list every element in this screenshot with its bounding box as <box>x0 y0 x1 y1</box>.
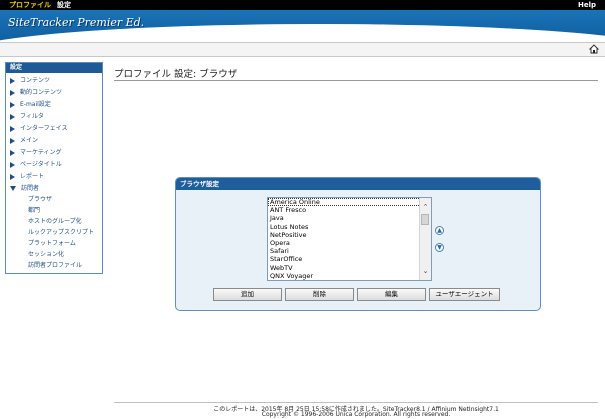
scroll-up-icon[interactable]: ⌃ <box>420 202 431 212</box>
chevron-right-icon <box>10 113 15 120</box>
listbox-scrollbar[interactable]: ⌃ ⌄ <box>419 198 431 280</box>
sidebar-item-dynamic-contents[interactable]: 動的コンテンツ <box>10 87 62 98</box>
list-item[interactable]: Opera <box>268 239 431 247</box>
chevron-right-icon <box>10 89 15 96</box>
sidebar-item-marketing[interactable]: マーケティング <box>10 147 62 158</box>
home-icon[interactable] <box>589 44 599 54</box>
menu-profile[interactable]: プロファイル <box>9 0 51 10</box>
sidebar-item-contents[interactable]: コンテンツ <box>10 75 50 86</box>
list-item[interactable]: ANT Fresco <box>268 206 431 214</box>
chevron-right-icon <box>10 101 15 108</box>
sidebar-subitem-platform[interactable]: プラットフォーム <box>28 238 76 249</box>
list-item[interactable]: NetPositive <box>268 231 431 239</box>
list-item[interactable]: Java <box>268 214 431 222</box>
user-agent-button[interactable]: ユーザエージェント <box>429 288 500 301</box>
sidebar-item-filter[interactable]: フィルタ <box>10 111 44 122</box>
sidebar-item-page-title[interactable]: ページタイトル <box>10 159 62 170</box>
list-item[interactable]: StarOffice <box>268 255 431 263</box>
delete-button[interactable]: 削除 <box>285 288 354 301</box>
scroll-down-icon[interactable]: ⌄ <box>420 266 431 276</box>
menu-help[interactable]: Help <box>578 0 596 10</box>
menu-settings[interactable]: 設定 <box>57 0 71 10</box>
list-item[interactable]: WebTV <box>268 264 431 272</box>
list-item[interactable]: Safari <box>268 247 431 255</box>
scrollbar-thumb[interactable] <box>421 214 429 225</box>
list-item[interactable]: Lotus Notes <box>268 223 431 231</box>
sidebar-subitem-browser[interactable]: ブラウザ <box>28 194 52 205</box>
move-up-icon[interactable]: ▲ <box>435 226 444 235</box>
browser-settings-panel: ブラウザ設定 America Online ANT Fresco Java Lo… <box>175 177 541 311</box>
top-menu-bar: プロファイル 設定 Help <box>0 0 605 10</box>
sidebar-item-visitor[interactable]: 訪問者 <box>10 183 39 194</box>
sidebar-subitem-visitor-profile[interactable]: 訪問者プロファイル <box>28 260 82 271</box>
page-title: プロファイル 設定: ブラウザ <box>114 69 238 80</box>
move-down-icon[interactable]: ▼ <box>435 243 444 252</box>
footer-divider <box>114 402 598 403</box>
chevron-right-icon <box>10 173 15 180</box>
chevron-right-icon <box>10 77 15 84</box>
panel-title: ブラウザ設定 <box>176 178 540 190</box>
browser-listbox[interactable]: America Online ANT Fresco Java Lotus Not… <box>267 197 432 281</box>
edit-button[interactable]: 編集 <box>357 288 426 301</box>
sidebar-item-interface[interactable]: インターフェイス <box>10 123 67 134</box>
chevron-right-icon <box>10 137 15 144</box>
sidebar-item-email[interactable]: E-mail設定 <box>10 99 51 110</box>
sidebar-subitem-host-grouping[interactable]: ホストのグループ化 <box>28 216 82 227</box>
sidebar-subitem-sessionization[interactable]: セッション化 <box>28 249 64 260</box>
sidebar-item-main[interactable]: メイン <box>10 135 38 146</box>
chevron-right-icon <box>10 161 15 168</box>
footer-copyright: Copyright © 1996-2006 Unica Corporation.… <box>261 411 451 418</box>
sidebar-subitem-lookup-script[interactable]: ルックアップスクリプト <box>28 227 94 238</box>
list-item[interactable]: America Online <box>268 198 431 207</box>
add-button[interactable]: 追加 <box>213 288 282 301</box>
list-item[interactable]: QNX Voyager <box>268 272 431 280</box>
app-banner: SiteTracker Premier Ed. <box>0 10 605 42</box>
title-divider <box>114 80 598 81</box>
settings-sidebar: 設定 コンテンツ 動的コンテンツ E-mail設定 フィルタ インターフェイス … <box>5 62 103 274</box>
chevron-right-icon <box>10 149 15 156</box>
sidebar-item-report[interactable]: レポート <box>10 171 44 182</box>
chevron-down-icon <box>10 186 16 191</box>
chevron-right-icon <box>10 125 15 132</box>
sidebar-header: 設定 <box>6 63 102 73</box>
app-logo: SiteTracker Premier Ed. <box>8 16 145 29</box>
toolstrip <box>0 42 605 57</box>
sidebar-subitem-department[interactable]: 都門 <box>28 205 40 216</box>
